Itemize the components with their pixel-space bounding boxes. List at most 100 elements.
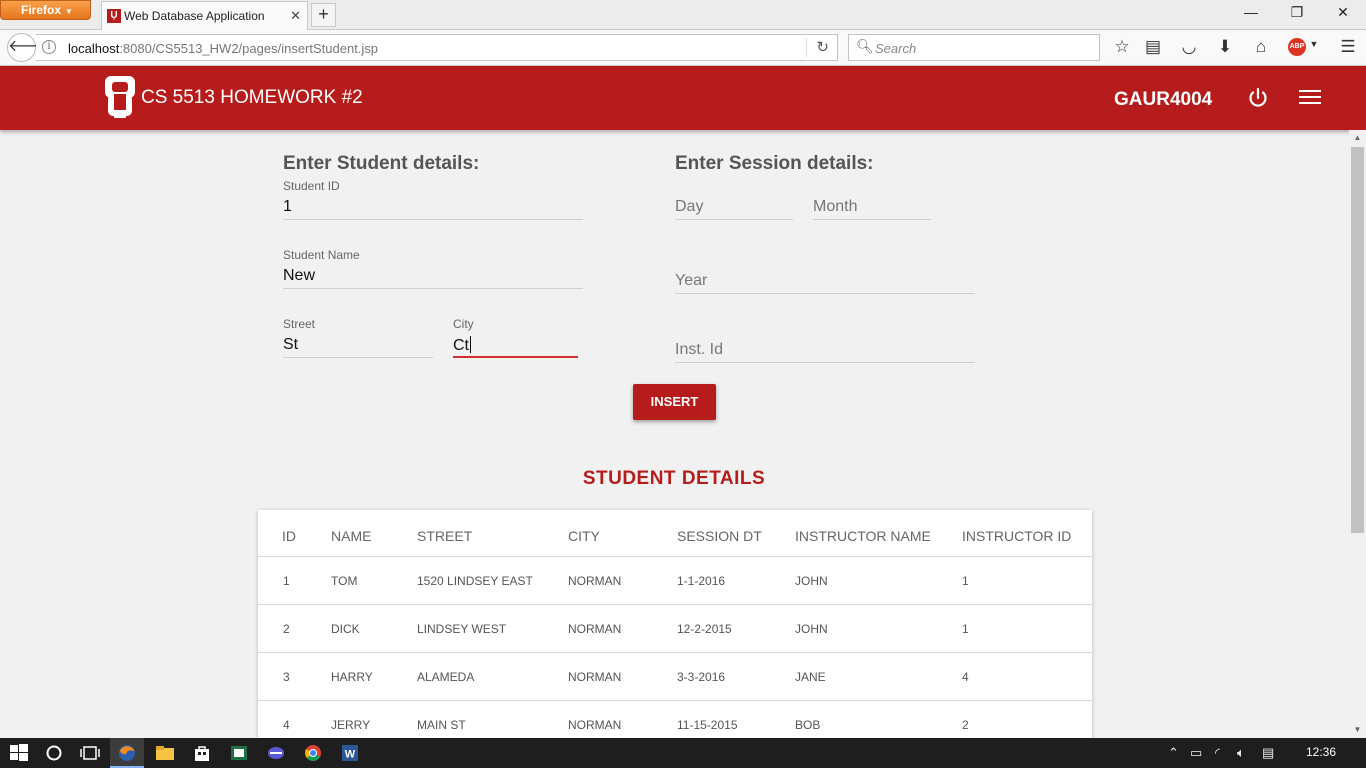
page-scrollbar[interactable]: ▲ ▼ (1349, 130, 1366, 738)
menu-icon[interactable] (1299, 90, 1321, 106)
url-host: localhost (68, 41, 120, 56)
wifi-icon[interactable]: ◜ (1215, 745, 1220, 761)
cell-instructor-id: 1 (962, 574, 969, 588)
app-header: CS 5513 HOMEWORK #2 GAUR4004 (0, 66, 1366, 130)
new-tab-button[interactable]: + (311, 3, 336, 27)
column-header-name[interactable]: NAME (331, 510, 371, 562)
tab-title: Web Database Application (124, 9, 265, 23)
spreadsheet-app-icon[interactable] (229, 743, 249, 763)
year-input[interactable]: Year (675, 272, 707, 290)
text-cursor (470, 336, 471, 353)
scroll-down-arrow-icon[interactable]: ▼ (1349, 722, 1366, 738)
windows-start-icon[interactable] (9, 743, 29, 763)
student-name-label: Student Name (283, 248, 360, 262)
street-input[interactable]: St (283, 336, 298, 354)
cell-id: 3 (283, 670, 290, 684)
column-header-instructor-name[interactable]: INSTRUCTOR NAME (795, 510, 931, 562)
firefox-taskbar-icon[interactable] (117, 743, 137, 763)
cell-city: NORMAN (568, 574, 622, 588)
street-underline (283, 357, 433, 358)
notification-icon[interactable]: ▤ (1262, 745, 1274, 761)
chrome-icon[interactable] (303, 743, 323, 763)
student-name-input[interactable]: New (283, 267, 315, 285)
cell-session-dt: 3-3-2016 (677, 670, 726, 684)
cell-city: NORMAN (568, 622, 622, 636)
column-header-session-dt[interactable]: SESSION DT (677, 510, 762, 562)
url-divider (806, 38, 807, 57)
browser-tab-strip: Firefox ▼ Ụ Web Database Application ✕ + … (0, 0, 1366, 30)
student-id-input[interactable]: 1 (283, 198, 292, 216)
street-label: Street (283, 317, 316, 331)
app-title[interactable]: CS 5513 HOMEWORK #2 (141, 87, 363, 109)
day-input[interactable]: Day (675, 198, 703, 216)
column-header-city[interactable]: CITY (568, 510, 600, 562)
bookmark-star-icon[interactable]: ☆ (1110, 37, 1134, 57)
reload-icon[interactable]: ↻ (816, 38, 829, 56)
cell-instructor-name: JOHN (795, 574, 828, 588)
taskbar-clock[interactable]: 12:36 (1306, 745, 1336, 759)
info-icon[interactable]: i (42, 40, 56, 54)
back-arrow-icon[interactable]: 🡐 (7, 33, 51, 62)
ou-favicon-icon: Ụ (107, 9, 121, 23)
search-icon: 🔍︎ (856, 38, 874, 54)
windows-taskbar: W ⌃ ▭ ◜ 🔈︎ ▤ 12:36 (0, 738, 1366, 768)
student-id-label: Student ID (283, 179, 340, 193)
scroll-thumb[interactable] (1351, 147, 1364, 533)
file-explorer-icon[interactable] (155, 743, 175, 763)
cell-instructor-name: JOHN (795, 622, 828, 636)
search-bar[interactable]: 🔍︎ Search (848, 34, 1100, 61)
store-icon[interactable] (192, 743, 212, 763)
cell-instructor-id: 1 (962, 622, 969, 636)
table-row: 2 DICK LINDSEY WEST NORMAN 12-2-2015 JOH… (258, 605, 1092, 653)
task-view-icon[interactable] (80, 743, 100, 763)
student-details-title: STUDENT DETAILS (582, 468, 766, 489)
month-underline (813, 219, 931, 220)
word-icon[interactable]: W (340, 743, 360, 763)
chevron-down-icon: ▼ (65, 7, 73, 16)
reading-list-icon[interactable]: ▤ (1141, 37, 1165, 57)
close-window-icon[interactable]: ✕ (1323, 4, 1363, 21)
url-text: localhost:8080/CS5513_HW2/pages/insertSt… (68, 41, 378, 56)
student-table: ID NAME STREET CITY SESSION DT INSTRUCTO… (258, 510, 1092, 750)
tray-chevron-up-icon[interactable]: ⌃ (1168, 745, 1179, 761)
battery-icon[interactable]: ▭ (1190, 745, 1202, 761)
volume-icon[interactable]: 🔈︎ (1237, 745, 1245, 761)
pocket-icon[interactable]: ◡ (1177, 37, 1201, 57)
city-input[interactable]: Ct (453, 336, 471, 355)
scroll-up-arrow-icon[interactable]: ▲ (1349, 130, 1366, 146)
home-icon[interactable]: ⌂ (1249, 37, 1273, 57)
media-app-icon[interactable] (266, 743, 286, 763)
minimize-icon[interactable]: — (1231, 4, 1271, 20)
cell-name: HARRY (331, 670, 373, 684)
cell-street: 1520 LINDSEY EAST (417, 574, 533, 588)
user-name: GAUR4004 (1114, 89, 1213, 110)
close-tab-icon[interactable]: ✕ (290, 8, 301, 24)
inst-id-underline (675, 362, 975, 363)
firefox-menu-button[interactable]: Firefox ▼ (0, 0, 91, 20)
firefox-menu-label: Firefox (21, 3, 62, 17)
column-header-instructor-id[interactable]: INSTRUCTOR ID (962, 510, 1071, 562)
url-bar[interactable]: i localhost:8080/CS5513_HW2/pages/insert… (36, 34, 838, 61)
cell-instructor-name: JANE (795, 670, 826, 684)
cell-name: TOM (331, 574, 358, 588)
table-row: 1 TOM 1520 LINDSEY EAST NORMAN 1-1-2016 … (258, 557, 1092, 605)
cell-name: DICK (331, 622, 360, 636)
adblock-dropdown-icon[interactable]: ▼ (1302, 39, 1326, 49)
download-icon[interactable]: ⬇ (1213, 37, 1237, 57)
power-icon[interactable] (1246, 86, 1270, 110)
table-header-row: ID NAME STREET CITY SESSION DT INSTRUCTO… (258, 510, 1092, 557)
browser-navbar: 🡐 i localhost:8080/CS5513_HW2/pages/inse… (0, 30, 1366, 66)
city-label: City (453, 317, 474, 331)
restore-icon[interactable]: ❐ (1277, 4, 1317, 21)
ou-logo-icon[interactable] (103, 74, 137, 120)
hamburger-menu-icon[interactable]: ☰ (1336, 37, 1360, 57)
cortana-search-icon[interactable] (44, 743, 64, 763)
month-input[interactable]: Month (813, 198, 857, 216)
student-id-underline (283, 219, 583, 220)
student-name-underline (283, 288, 583, 289)
inst-id-input[interactable]: Inst. Id (675, 341, 723, 359)
insert-button[interactable]: INSERT (633, 384, 716, 420)
column-header-street[interactable]: STREET (417, 510, 472, 562)
column-header-id[interactable]: ID (282, 510, 296, 562)
browser-tab[interactable]: Ụ Web Database Application ✕ (101, 1, 308, 30)
